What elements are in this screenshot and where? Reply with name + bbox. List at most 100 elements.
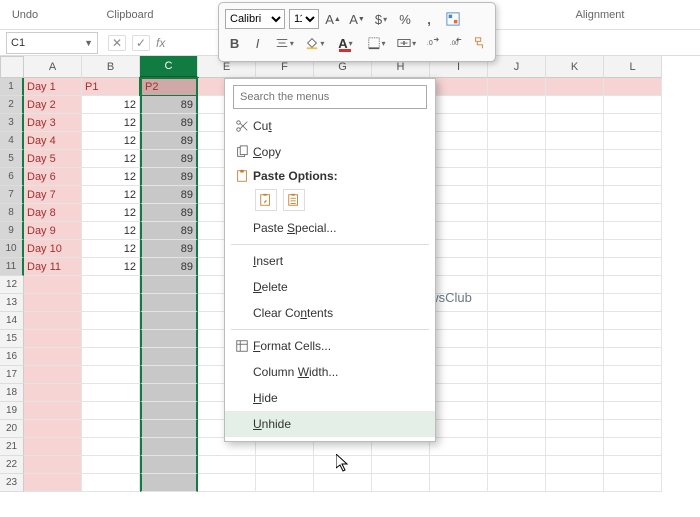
- decrease-font-icon[interactable]: A▼: [347, 9, 367, 29]
- cell[interactable]: 89: [140, 204, 198, 222]
- cell[interactable]: [372, 456, 430, 474]
- font-size-select[interactable]: 11: [289, 9, 319, 29]
- cell[interactable]: [546, 132, 604, 150]
- cell[interactable]: [604, 114, 662, 132]
- cell[interactable]: [314, 474, 372, 492]
- cell[interactable]: [604, 330, 662, 348]
- cell[interactable]: [488, 366, 546, 384]
- cell[interactable]: 89: [140, 240, 198, 258]
- fill-color-icon[interactable]: ▾: [302, 33, 329, 53]
- cell[interactable]: [430, 168, 488, 186]
- conditional-format-icon[interactable]: [443, 9, 463, 29]
- cell[interactable]: [140, 312, 198, 330]
- cell[interactable]: [24, 294, 82, 312]
- cell[interactable]: [546, 240, 604, 258]
- cell[interactable]: [430, 276, 488, 294]
- row-header[interactable]: 8: [0, 204, 24, 222]
- cell[interactable]: [546, 96, 604, 114]
- cell[interactable]: [488, 330, 546, 348]
- cell[interactable]: [24, 474, 82, 492]
- cell[interactable]: [24, 312, 82, 330]
- row-header[interactable]: 10: [0, 240, 24, 258]
- cell[interactable]: [546, 150, 604, 168]
- cell[interactable]: [488, 240, 546, 258]
- cell[interactable]: [82, 312, 140, 330]
- cell[interactable]: [430, 420, 488, 438]
- cell[interactable]: [430, 186, 488, 204]
- cell[interactable]: [488, 276, 546, 294]
- row-header[interactable]: 3: [0, 114, 24, 132]
- row-header[interactable]: 17: [0, 366, 24, 384]
- font-name-select[interactable]: Calibri: [225, 9, 285, 29]
- cell[interactable]: [488, 222, 546, 240]
- row-header[interactable]: 13: [0, 294, 24, 312]
- cell[interactable]: [546, 366, 604, 384]
- font-color-icon[interactable]: A▾: [332, 33, 359, 53]
- merge-center-icon[interactable]: ▾: [393, 33, 420, 53]
- cell[interactable]: [546, 474, 604, 492]
- cell[interactable]: 12: [82, 258, 140, 276]
- cell[interactable]: [604, 204, 662, 222]
- cell[interactable]: [198, 456, 256, 474]
- cell[interactable]: [488, 420, 546, 438]
- cell[interactable]: [82, 456, 140, 474]
- cell[interactable]: [82, 438, 140, 456]
- cell[interactable]: [546, 276, 604, 294]
- row-header[interactable]: 21: [0, 438, 24, 456]
- row-header[interactable]: 22: [0, 456, 24, 474]
- cell[interactable]: [546, 402, 604, 420]
- cell[interactable]: [546, 456, 604, 474]
- cell[interactable]: [430, 384, 488, 402]
- paste-values-button[interactable]: [283, 189, 305, 211]
- row-header[interactable]: 18: [0, 384, 24, 402]
- cell[interactable]: 89: [140, 150, 198, 168]
- cell[interactable]: [430, 456, 488, 474]
- cell[interactable]: [604, 168, 662, 186]
- cell[interactable]: P1: [82, 78, 140, 96]
- cell[interactable]: [24, 276, 82, 294]
- cell[interactable]: [140, 420, 198, 438]
- cell[interactable]: [604, 186, 662, 204]
- cell[interactable]: [140, 330, 198, 348]
- cell[interactable]: Day 10: [24, 240, 82, 258]
- cell[interactable]: [430, 204, 488, 222]
- cell[interactable]: [546, 222, 604, 240]
- row-header[interactable]: 23: [0, 474, 24, 492]
- cell[interactable]: Day 8: [24, 204, 82, 222]
- cell[interactable]: Day 5: [24, 150, 82, 168]
- cell[interactable]: [604, 240, 662, 258]
- row-header[interactable]: 14: [0, 312, 24, 330]
- cell[interactable]: P2: [140, 78, 198, 96]
- column-header-J[interactable]: J: [488, 56, 546, 78]
- row-header[interactable]: 12: [0, 276, 24, 294]
- menu-item-delete[interactable]: Delete: [225, 274, 435, 300]
- cell[interactable]: [140, 294, 198, 312]
- cell[interactable]: 89: [140, 258, 198, 276]
- format-painter-icon[interactable]: [470, 33, 489, 53]
- cell[interactable]: [546, 330, 604, 348]
- cell[interactable]: [488, 384, 546, 402]
- cell[interactable]: [430, 150, 488, 168]
- cell[interactable]: 12: [82, 168, 140, 186]
- cell[interactable]: 12: [82, 96, 140, 114]
- percent-format-icon[interactable]: %: [395, 9, 415, 29]
- cell[interactable]: [488, 456, 546, 474]
- cell[interactable]: [488, 402, 546, 420]
- cell[interactable]: [546, 168, 604, 186]
- cell[interactable]: [430, 222, 488, 240]
- cell[interactable]: [140, 366, 198, 384]
- bold-button[interactable]: B: [225, 33, 244, 53]
- row-header[interactable]: 9: [0, 222, 24, 240]
- accounting-format-icon[interactable]: $▾: [371, 9, 391, 29]
- menu-item-paste-special[interactable]: Paste Special...: [225, 215, 435, 241]
- cell[interactable]: [430, 78, 488, 96]
- cell[interactable]: [604, 438, 662, 456]
- cell[interactable]: [24, 438, 82, 456]
- row-header[interactable]: 5: [0, 150, 24, 168]
- cell[interactable]: [82, 348, 140, 366]
- row-header[interactable]: 2: [0, 96, 24, 114]
- cell[interactable]: [546, 294, 604, 312]
- cell[interactable]: [488, 294, 546, 312]
- cell[interactable]: [604, 402, 662, 420]
- cell[interactable]: [488, 168, 546, 186]
